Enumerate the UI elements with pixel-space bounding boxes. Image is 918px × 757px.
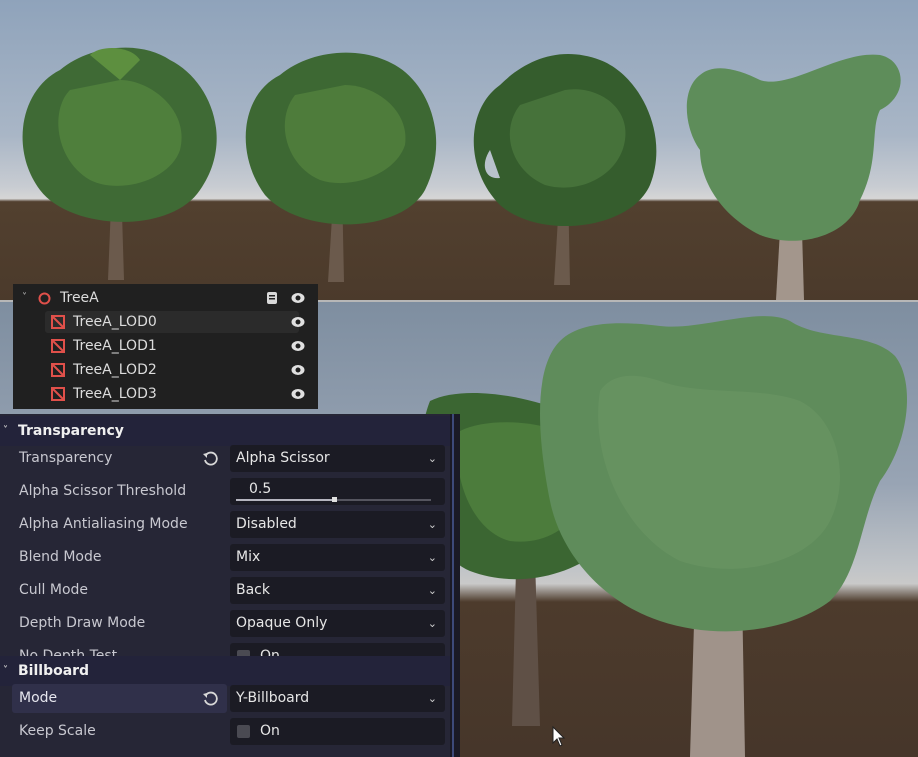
mesh-instance-icon bbox=[51, 315, 65, 329]
dropdown-value: Mix bbox=[236, 549, 261, 565]
revert-icon[interactable] bbox=[202, 451, 218, 467]
prop-alpha-scissor-threshold: Alpha Scissor Threshold 0.5 bbox=[0, 475, 450, 508]
tree-item-label: TreeA_LOD2 bbox=[73, 362, 157, 378]
scene-tree-panel: ˅ TreeA TreeA_LOD0 TreeA_LOD1 TreeA_LOD2 bbox=[13, 284, 318, 409]
viewport-top-scene bbox=[22, 47, 901, 300]
keep-scale-checkbox[interactable]: On bbox=[230, 718, 445, 745]
dropdown-value: Alpha Scissor bbox=[236, 450, 330, 466]
viewport-top[interactable] bbox=[0, 0, 918, 301]
visibility-eye-icon[interactable] bbox=[291, 339, 305, 353]
prop-label: Alpha Antialiasing Mode bbox=[19, 516, 188, 532]
chevron-down-icon: ⌄ bbox=[427, 518, 437, 531]
mesh-instance-icon bbox=[51, 387, 65, 401]
alpha-scissor-slider[interactable]: 0.5 bbox=[230, 478, 445, 505]
mesh-instance-icon bbox=[51, 363, 65, 377]
prop-label: Alpha Scissor Threshold bbox=[19, 483, 187, 499]
prop-label: Transparency bbox=[19, 450, 113, 466]
tree-right-bottom bbox=[540, 316, 907, 757]
slider-value: 0.5 bbox=[249, 481, 272, 497]
tree-item-label: TreeA bbox=[60, 290, 99, 306]
prop-alpha-antialiasing-mode: Alpha Antialiasing Mode Disabled ⌄ bbox=[0, 508, 450, 541]
revert-icon[interactable] bbox=[202, 691, 218, 707]
inspector-panel: ˅ Transparency Transparency Alpha Scisso… bbox=[0, 414, 460, 757]
checkbox-box[interactable] bbox=[237, 725, 250, 738]
prop-billboard-mode: Mode Y-Billboard ⌄ bbox=[0, 682, 450, 715]
prop-label: Keep Scale bbox=[19, 723, 96, 739]
checkbox-label: On bbox=[260, 723, 280, 739]
tree-item-label: TreeA_LOD1 bbox=[73, 338, 157, 354]
prop-label: Mode bbox=[19, 690, 58, 706]
tree-item-lod0[interactable]: TreeA_LOD0 bbox=[13, 310, 318, 334]
billboard-mode-dropdown[interactable]: Y-Billboard ⌄ bbox=[230, 685, 445, 712]
chevron-down-icon: ⌄ bbox=[427, 584, 437, 597]
transparency-dropdown[interactable]: Alpha Scissor ⌄ bbox=[230, 445, 445, 472]
inspector-edge-line bbox=[452, 414, 454, 757]
chevron-down-icon: ⌄ bbox=[427, 551, 437, 564]
tree-item-label: TreeA_LOD0 bbox=[73, 314, 157, 330]
dropdown-value: Y-Billboard bbox=[236, 690, 310, 706]
blend-mode-dropdown[interactable]: Mix ⌄ bbox=[230, 544, 445, 571]
script-icon[interactable] bbox=[265, 291, 279, 306]
depth-draw-mode-dropdown[interactable]: Opaque Only ⌄ bbox=[230, 610, 445, 637]
dropdown-value: Disabled bbox=[236, 516, 297, 532]
prop-label: Depth Draw Mode bbox=[19, 615, 146, 631]
prop-label: Cull Mode bbox=[19, 582, 89, 598]
visibility-eye-icon[interactable] bbox=[291, 291, 305, 305]
tree-item-lod1[interactable]: TreeA_LOD1 bbox=[13, 334, 318, 358]
alpha-antialiasing-dropdown[interactable]: Disabled ⌄ bbox=[230, 511, 445, 538]
mesh-instance-icon bbox=[51, 339, 65, 353]
prop-depth-draw-mode: Depth Draw Mode Opaque Only ⌄ bbox=[0, 607, 450, 640]
tree-item-root[interactable]: ˅ TreeA bbox=[13, 286, 318, 310]
visibility-eye-icon[interactable] bbox=[291, 315, 305, 329]
tree-lod0-top bbox=[22, 47, 217, 280]
tree-lod1-top bbox=[245, 52, 437, 282]
prop-cull-mode: Cull Mode Back ⌄ bbox=[0, 574, 450, 607]
tree-item-lod2[interactable]: TreeA_LOD2 bbox=[13, 358, 318, 382]
slider-fill bbox=[236, 499, 334, 501]
chevron-down-icon: ⌄ bbox=[427, 692, 437, 705]
collapse-chevron-icon[interactable]: ˅ bbox=[22, 286, 27, 310]
tree-lod3-top bbox=[686, 54, 901, 300]
tree-item-label: TreeA_LOD3 bbox=[73, 386, 157, 402]
slider-grabber[interactable] bbox=[331, 497, 337, 502]
visibility-eye-icon[interactable] bbox=[291, 363, 305, 377]
chevron-down-icon: ⌄ bbox=[427, 452, 437, 465]
prop-keep-scale: Keep Scale On bbox=[0, 715, 450, 748]
tree-lod2-top bbox=[473, 54, 657, 285]
dropdown-value: Back bbox=[236, 582, 270, 598]
visibility-eye-icon[interactable] bbox=[291, 387, 305, 401]
prop-blend-mode: Blend Mode Mix ⌄ bbox=[0, 541, 450, 574]
tree-item-lod3[interactable]: TreeA_LOD3 bbox=[13, 382, 318, 406]
cull-mode-dropdown[interactable]: Back ⌄ bbox=[230, 577, 445, 604]
prop-label: Blend Mode bbox=[19, 549, 102, 565]
node3d-icon bbox=[38, 292, 51, 305]
mouse-cursor-icon bbox=[552, 725, 566, 747]
dropdown-value: Opaque Only bbox=[236, 615, 328, 631]
prop-transparency: Transparency Alpha Scissor ⌄ bbox=[0, 442, 450, 475]
chevron-down-icon: ⌄ bbox=[427, 617, 437, 630]
